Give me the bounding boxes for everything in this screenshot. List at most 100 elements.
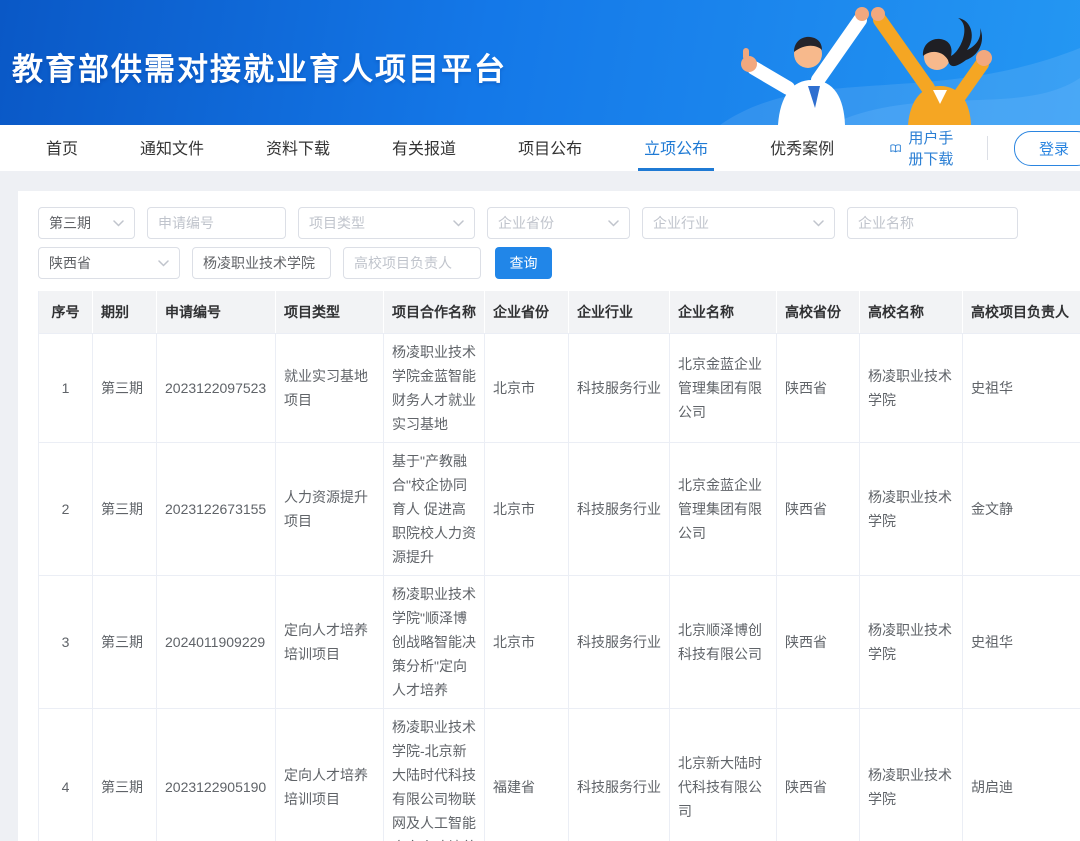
col-header-ent-name: 企业名称 (670, 291, 777, 334)
cell-sn: 1 (39, 334, 93, 443)
table-row: 3 第三期 2024011909229 定向人才培养培训项目 杨凌职业技术学院"… (39, 576, 1080, 709)
col-header-uni-name: 高校名称 (860, 291, 963, 334)
table-row: 2 第三期 2023122673155 人力资源提升项目 基于"产教融合"校企协… (39, 443, 1080, 576)
cell-ent-industry: 科技服务行业 (569, 334, 670, 443)
cell-uni-leader: 史祖华 (963, 576, 1080, 709)
apply-no-input[interactable] (147, 207, 286, 239)
nav-item-reports[interactable]: 有关报道 (386, 125, 462, 171)
chevron-down-icon (453, 220, 464, 227)
cell-apply-no: 2024011909229 (157, 576, 276, 709)
cell-period: 第三期 (93, 443, 157, 576)
cell-project-name: 基于"产教融合"校企协同育人 促进高职院校人力资源提升 (384, 443, 485, 576)
cell-project-name: 杨凌职业技术学院"顺泽博创战略智能决策分析"定向人才培养 (384, 576, 485, 709)
cell-ent-name: 北京顺泽博创科技有限公司 (670, 576, 777, 709)
chevron-down-icon (113, 220, 124, 227)
chevron-down-icon (608, 220, 619, 227)
nav-divider (987, 136, 988, 160)
cell-project-type: 人力资源提升项目 (276, 443, 384, 576)
enterprise-name-input[interactable] (847, 207, 1018, 239)
nav-item-approval-publish[interactable]: 立项公布 (638, 125, 714, 171)
university-leader-input[interactable] (343, 247, 481, 279)
cell-period: 第三期 (93, 576, 157, 709)
cell-uni-name: 杨凌职业技术学院 (860, 334, 963, 443)
col-header-ent-industry: 企业行业 (569, 291, 670, 334)
cell-uni-leader: 史祖华 (963, 334, 1080, 443)
col-header-apply-no: 申请编号 (157, 291, 276, 334)
cell-apply-no: 2023122905190 (157, 709, 276, 841)
col-header-project-type: 项目类型 (276, 291, 384, 334)
nav-item-home[interactable]: 首页 (40, 125, 84, 171)
chevron-down-icon (813, 220, 824, 227)
chevron-down-icon (158, 260, 169, 267)
cell-sn: 3 (39, 576, 93, 709)
project-type-placeholder: 项目类型 (309, 213, 365, 233)
cell-ent-name: 北京新大陆时代科技有限公司 (670, 709, 777, 841)
enterprise-province-select[interactable]: 企业省份 (487, 207, 630, 239)
cell-uni-leader: 金文静 (963, 443, 1080, 576)
cell-ent-name: 北京金蓝企业管理集团有限公司 (670, 443, 777, 576)
cell-ent-province: 北京市 (485, 443, 569, 576)
enterprise-industry-select[interactable]: 企业行业 (642, 207, 835, 239)
col-header-project-name: 项目合作名称 (384, 291, 485, 334)
cell-ent-industry: 科技服务行业 (569, 443, 670, 576)
cell-sn: 2 (39, 443, 93, 576)
site-title: 教育部供需对接就业育人项目平台 (12, 44, 507, 89)
cell-ent-industry: 科技服务行业 (569, 709, 670, 841)
content-panel: 第三期 项目类型 企业省份 企业行业 陕西省 查询 (18, 191, 1080, 841)
cell-ent-industry: 科技服务行业 (569, 576, 670, 709)
high-five-illustration (720, 0, 1080, 125)
university-province-value: 陕西省 (49, 253, 91, 273)
nav-item-notices[interactable]: 通知文件 (134, 125, 210, 171)
cell-period: 第三期 (93, 709, 157, 841)
cell-project-name: 杨凌职业技术学院-北京新大陆时代科技有限公司物联网及人工智能方向人才培养 (384, 709, 485, 841)
cell-uni-leader: 胡启迪 (963, 709, 1080, 841)
cell-project-type: 定向人才培养培训项目 (276, 709, 384, 841)
cell-project-name: 杨凌职业技术学院金蓝智能财务人才就业实习基地 (384, 334, 485, 443)
nav-right-group: 用户手册下载 登录 (890, 125, 1080, 171)
cell-uni-province: 陕西省 (777, 443, 860, 576)
user-manual-label: 用户手册下载 (908, 127, 961, 169)
cell-apply-no: 2023122097523 (157, 334, 276, 443)
main-nav: 首页 通知文件 资料下载 有关报道 项目公布 立项公布 优秀案例 用户手册下载 … (0, 125, 1080, 171)
user-manual-download-link[interactable]: 用户手册下载 (890, 127, 961, 169)
enterprise-province-placeholder: 企业省份 (498, 213, 554, 233)
nav-item-downloads[interactable]: 资料下载 (260, 125, 336, 171)
cell-uni-name: 杨凌职业技术学院 (860, 443, 963, 576)
cell-sn: 4 (39, 709, 93, 841)
cell-apply-no: 2023122673155 (157, 443, 276, 576)
cell-ent-province: 北京市 (485, 576, 569, 709)
cell-uni-province: 陕西省 (777, 334, 860, 443)
cell-uni-province: 陕西省 (777, 709, 860, 841)
login-button[interactable]: 登录 (1014, 131, 1080, 166)
search-button[interactable]: 查询 (495, 247, 552, 279)
col-header-ent-province: 企业省份 (485, 291, 569, 334)
cell-period: 第三期 (93, 334, 157, 443)
university-province-select[interactable]: 陕西省 (38, 247, 180, 279)
project-type-select[interactable]: 项目类型 (298, 207, 475, 239)
col-header-uni-leader: 高校项目负责人 (963, 291, 1080, 334)
cell-ent-name: 北京金蓝企业管理集团有限公司 (670, 334, 777, 443)
table-row: 1 第三期 2023122097523 就业实习基地项目 杨凌职业技术学院金蓝智… (39, 334, 1080, 443)
period-select-value: 第三期 (49, 213, 91, 233)
top-banner: 教育部供需对接就业育人项目平台 (0, 0, 1080, 125)
cell-uni-name: 杨凌职业技术学院 (860, 709, 963, 841)
projects-table: 序号 期别 申请编号 项目类型 项目合作名称 企业省份 企业行业 企业名称 高校… (38, 291, 1080, 841)
nav-item-project-publish[interactable]: 项目公布 (512, 125, 588, 171)
table-row: 4 第三期 2023122905190 定向人才培养培训项目 杨凌职业技术学院-… (39, 709, 1080, 841)
cell-uni-province: 陕西省 (777, 576, 860, 709)
university-name-input[interactable] (192, 247, 331, 279)
col-header-period: 期别 (93, 291, 157, 334)
cell-uni-name: 杨凌职业技术学院 (860, 576, 963, 709)
cell-ent-province: 福建省 (485, 709, 569, 841)
filter-row-1: 第三期 项目类型 企业省份 企业行业 (38, 207, 1080, 239)
cell-ent-province: 北京市 (485, 334, 569, 443)
col-header-uni-province: 高校省份 (777, 291, 860, 334)
period-select[interactable]: 第三期 (38, 207, 135, 239)
cell-project-type: 就业实习基地项目 (276, 334, 384, 443)
col-header-sn: 序号 (39, 291, 93, 334)
enterprise-industry-placeholder: 企业行业 (653, 213, 709, 233)
filter-row-2: 陕西省 查询 (38, 247, 1080, 279)
table-header: 序号 期别 申请编号 项目类型 项目合作名称 企业省份 企业行业 企业名称 高校… (39, 291, 1080, 334)
book-icon (890, 140, 901, 157)
nav-item-excellent-cases[interactable]: 优秀案例 (764, 125, 840, 171)
